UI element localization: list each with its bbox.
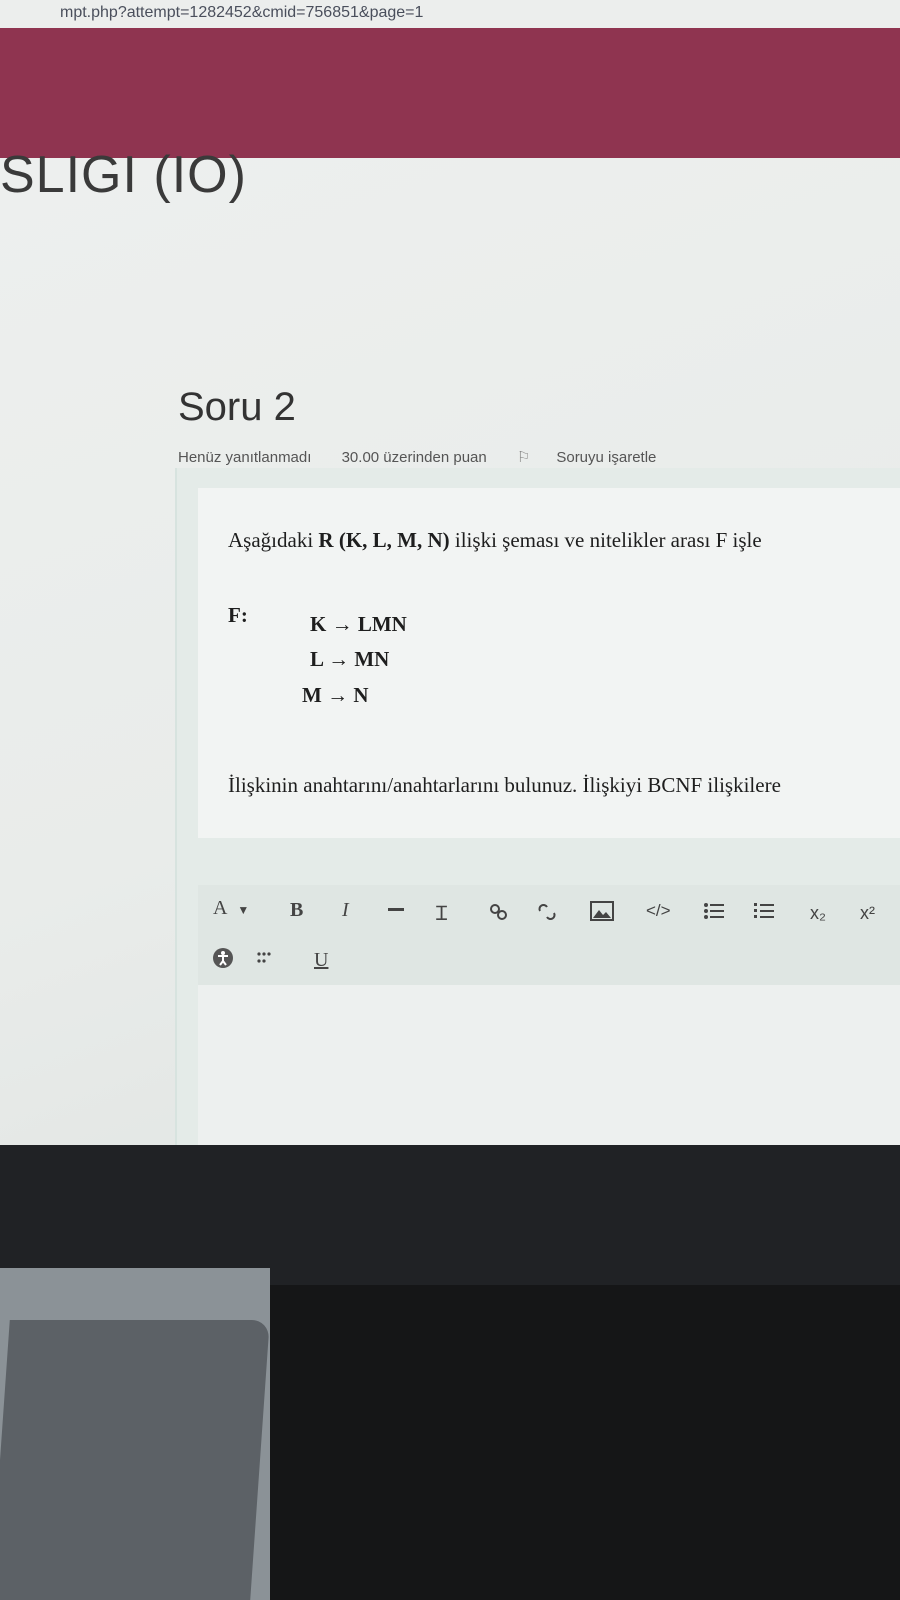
question-task: İlişkinin anahtarını/anahtarlarını bulun… — [228, 773, 781, 797]
font-menu-label: A — [213, 897, 227, 919]
intro-suffix: ilişki şeması ve nitelikler arası F işle — [449, 528, 762, 552]
bold-button[interactable]: B — [290, 899, 303, 922]
bullet-list-button[interactable] — [703, 901, 725, 921]
address-bar[interactable]: mpt.php?attempt=1282452&cmid=756851&page… — [0, 0, 900, 28]
numbered-list-icon — [753, 901, 775, 921]
site-header-band — [0, 28, 900, 158]
answer-editor[interactable] — [198, 985, 900, 1155]
strikethrough-button[interactable] — [388, 905, 406, 913]
url-text[interactable]: mpt.php?attempt=1282452&cmid=756851&page… — [60, 4, 423, 22]
page-title: SLIGI (IO) — [0, 146, 247, 204]
flag-icon: ⚐ — [516, 449, 531, 466]
image-button[interactable] — [590, 901, 614, 921]
intro-prefix: Aşağıdaki — [228, 528, 319, 552]
table-button[interactable] — [256, 949, 280, 967]
question-info: Henüz yanıtlanmadı 30.00 üzerinden puan … — [178, 448, 708, 466]
clear-format-button[interactable]: Ɪ — [436, 899, 447, 926]
monitor-bezel — [0, 1145, 900, 1285]
desk-pad — [0, 1320, 270, 1600]
question-points: 30.00 üzerinden puan — [341, 449, 487, 466]
chevron-down-icon: ▼ — [237, 903, 250, 917]
functional-dependency: K → LMN — [310, 612, 407, 636]
question-title: Soru 2 — [178, 385, 296, 429]
link-icon — [488, 901, 510, 923]
table-icon — [256, 949, 280, 967]
desk-shadow — [270, 1285, 900, 1600]
relation-schema: R (K, L, M, N) — [318, 528, 450, 552]
text-cursor-icon: Ɪ — [436, 903, 448, 925]
flag-question-label: Soruyu işaretle — [556, 449, 657, 466]
functional-dependency: L → MN — [310, 647, 390, 671]
italic-button[interactable]: I — [342, 899, 349, 922]
underline-button[interactable]: U — [314, 949, 328, 972]
code-button[interactable]: </> — [646, 901, 671, 921]
accessibility-icon — [212, 947, 234, 969]
functional-dependency: M → N — [302, 683, 369, 707]
browser-screen: mpt.php?attempt=1282452&cmid=756851&page… — [0, 0, 900, 1185]
question-intro: Aşağıdaki R (K, L, M, N) ilişki şeması v… — [228, 528, 762, 553]
editor-toolbar: A ▼ B I Ɪ </> x₂ x² U — [198, 885, 900, 985]
link-button[interactable] — [488, 901, 510, 923]
font-menu-button[interactable]: A ▼ — [213, 897, 249, 920]
accessibility-button[interactable] — [212, 947, 234, 969]
image-icon — [590, 901, 614, 921]
bullet-list-icon — [703, 901, 725, 921]
strikethrough-icon — [388, 905, 406, 913]
question-status: Henüz yanıtlanmadı — [178, 449, 312, 466]
numbered-list-button[interactable] — [753, 901, 775, 921]
unlink-button[interactable] — [536, 901, 558, 923]
superscript-button[interactable]: x² — [860, 903, 875, 924]
code-icon: </> — [646, 901, 671, 920]
subscript-button[interactable]: x₂ — [810, 903, 826, 924]
unlink-icon — [536, 901, 558, 923]
flag-question-link[interactable]: ⚐ Soruyu işaretle — [517, 449, 683, 466]
fd-set-label: F: — [228, 603, 248, 627]
